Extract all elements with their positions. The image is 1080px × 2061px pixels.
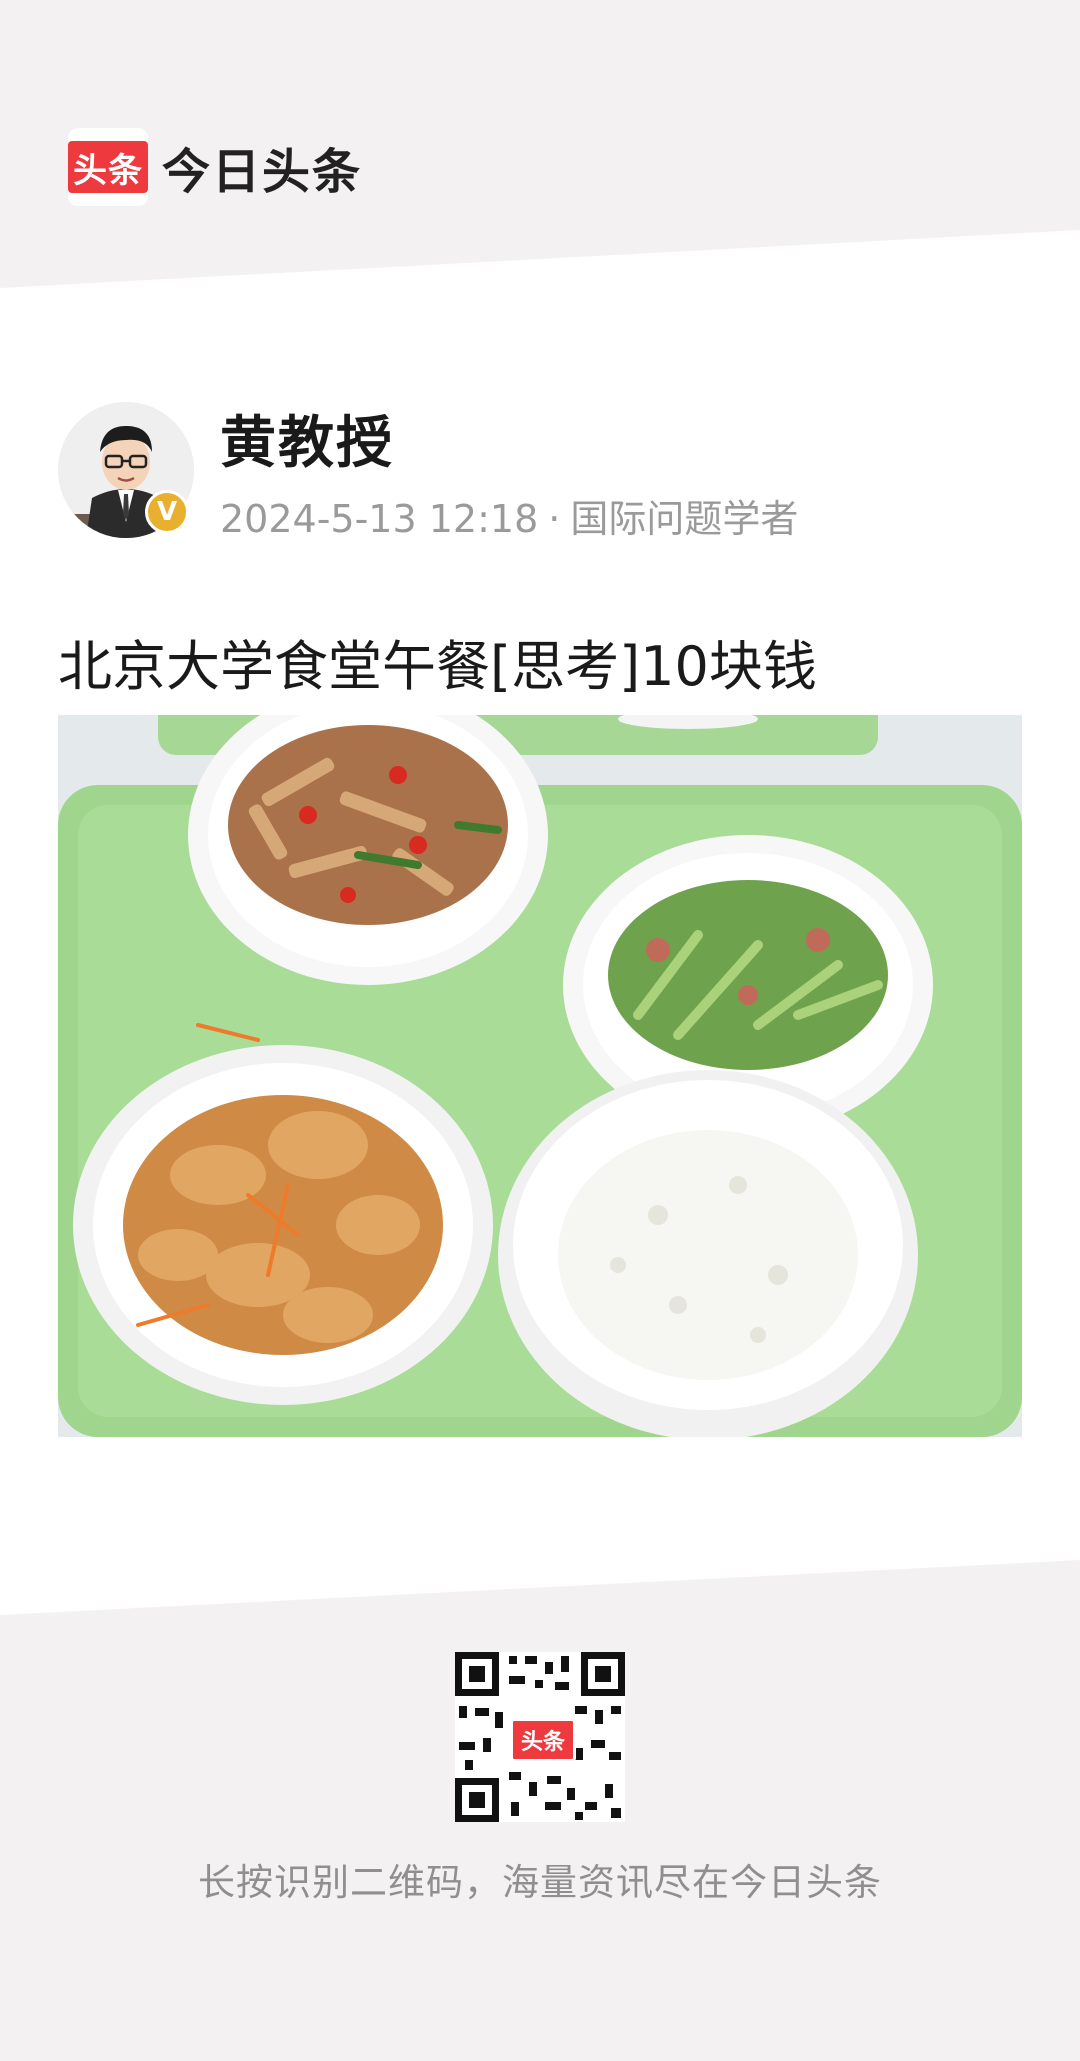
brand-header: 头条 今日头条 [68,128,362,206]
qr-badge-logo: 头条 [510,1718,576,1762]
post-title: 北京大学食堂午餐[思考]10块钱 [58,635,817,698]
post-date: 2024-5-13 12:18 [220,497,539,541]
meta-separator: · [548,497,561,541]
verified-badge-icon: V [145,490,189,534]
author-name[interactable]: 黄教授 [220,398,394,479]
brand-name: 今日头条 [162,144,363,200]
brand-logo-text: 头条 [68,141,148,193]
post-photo[interactable] [58,715,1022,1437]
post-meta: 2024-5-13 12:18 · 国际问题学者 [220,488,798,543]
lunch-tray-image [58,715,1022,1437]
footer-caption: 长按识别二维码，海量资讯尽在今日头条 [198,1861,882,1904]
toutiao-logo-icon: 头条 [68,128,148,206]
author-role: 国际问题学者 [570,497,799,541]
